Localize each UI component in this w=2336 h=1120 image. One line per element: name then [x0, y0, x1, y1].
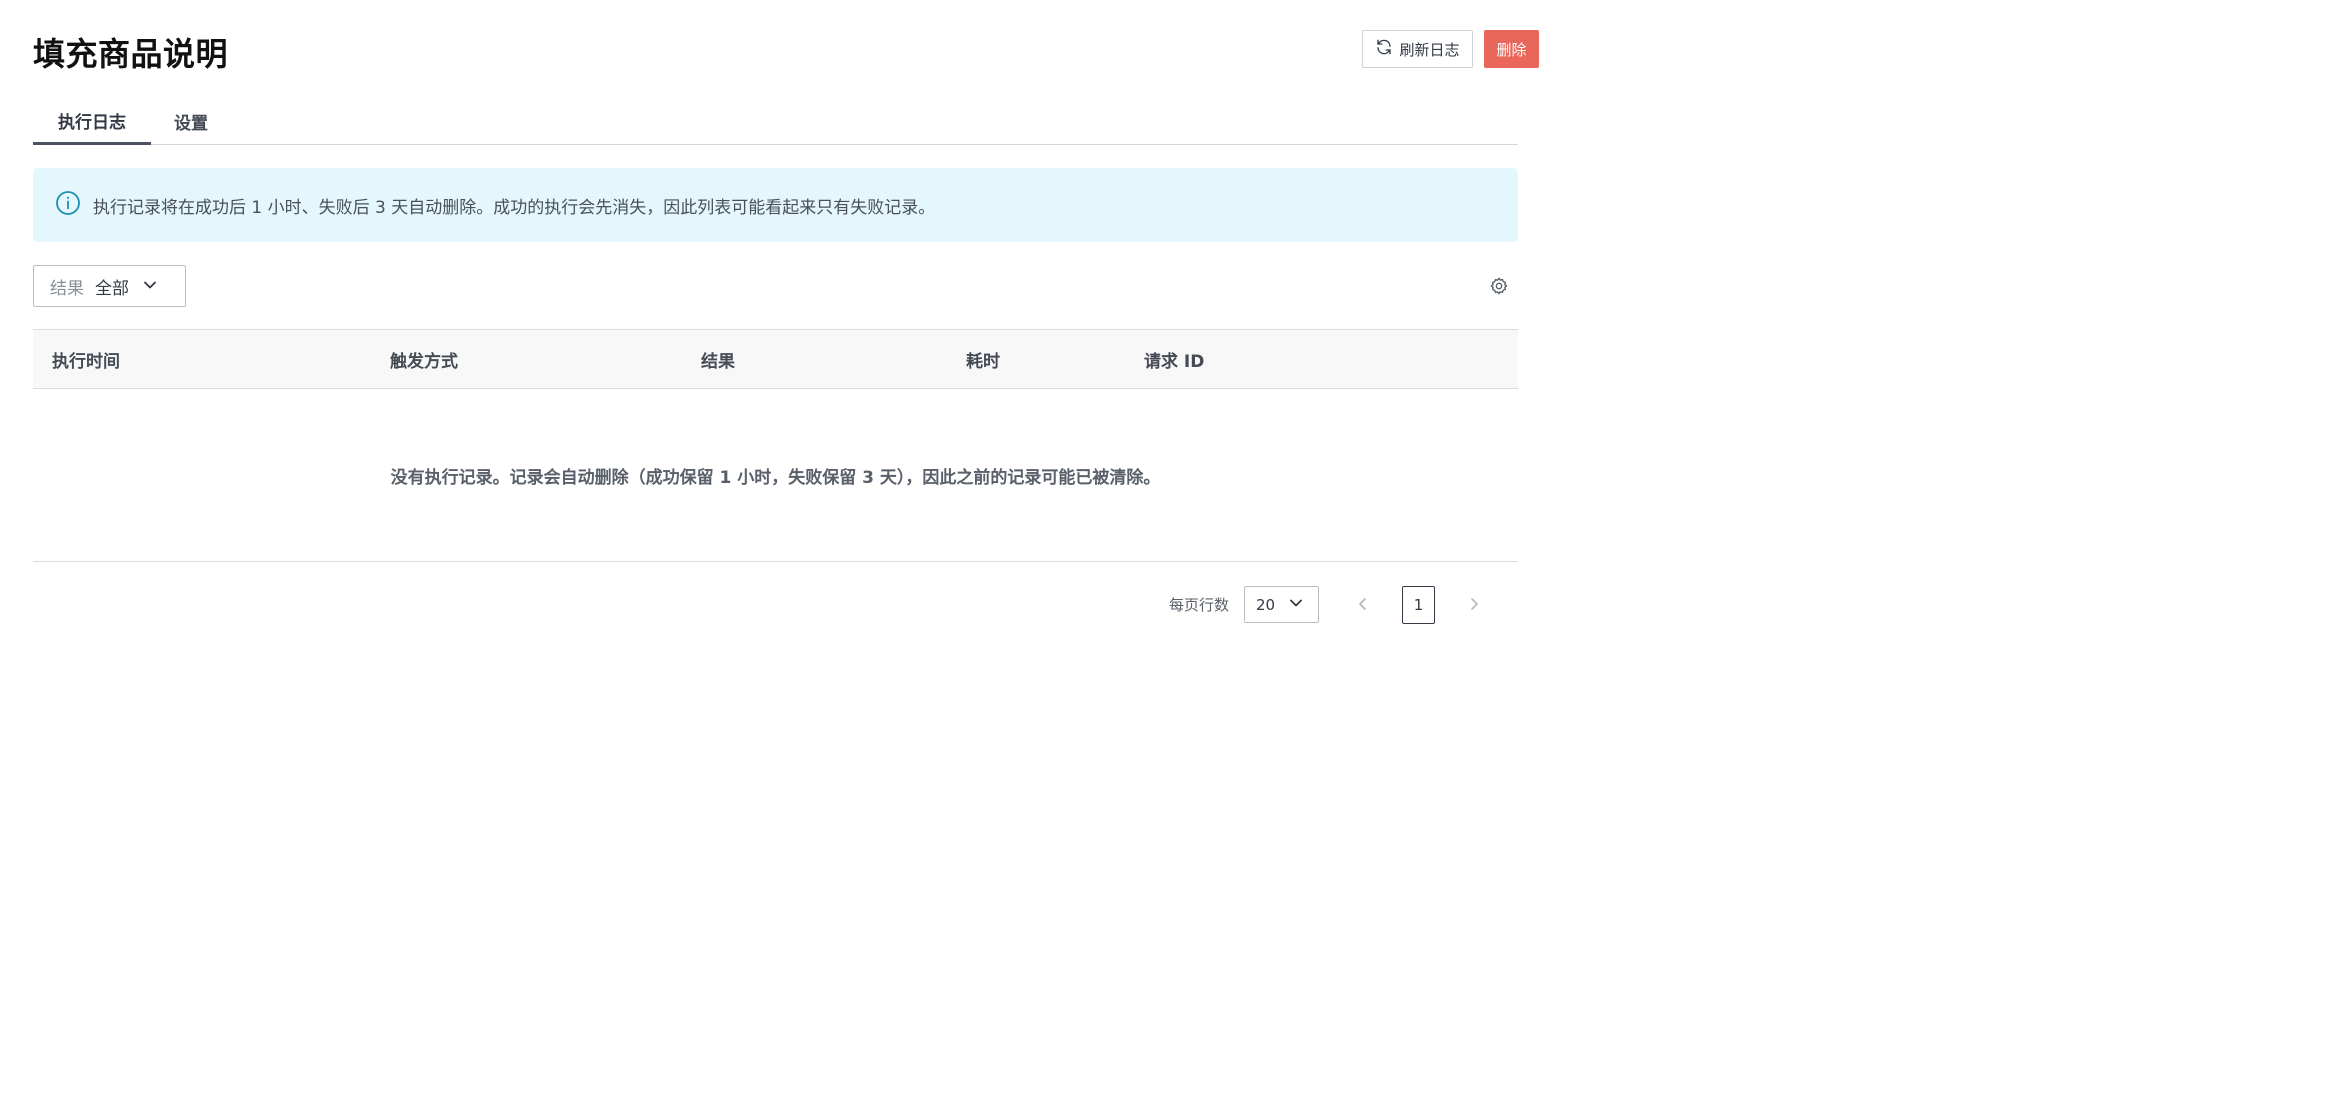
column-header-result[interactable]: 结果: [701, 330, 735, 388]
chevron-down-icon: [143, 277, 157, 296]
delete-button[interactable]: 删除: [1484, 30, 1539, 68]
table-header: 执行时间 触发方式 结果 耗时 请求 ID: [33, 329, 1518, 389]
next-page-chevron-right-icon[interactable]: [1463, 593, 1485, 615]
result-filter-label: 结果: [50, 278, 84, 299]
previous-page-chevron-left-icon[interactable]: [1352, 593, 1374, 615]
refresh-icon: [1375, 38, 1393, 60]
empty-state: 没有执行记录。记录会自动删除（成功保留 1 小时，失败保留 3 天），因此之前的…: [33, 389, 1518, 562]
page-title: 填充商品说明: [33, 35, 229, 73]
table-settings-gear-icon[interactable]: [1489, 276, 1509, 296]
refresh-logs-button[interactable]: 刷新日志: [1362, 30, 1473, 68]
chevron-down-icon: [1289, 595, 1303, 614]
result-filter-dropdown[interactable]: 结果 全部: [33, 265, 186, 307]
current-page-button[interactable]: 1: [1402, 586, 1435, 624]
rows-per-page-label: 每页行数: [1169, 596, 1230, 614]
refresh-logs-label: 刷新日志: [1399, 40, 1460, 59]
empty-state-text: 没有执行记录。记录会自动删除（成功保留 1 小时，失败保留 3 天），因此之前的…: [390, 467, 1161, 488]
column-header-trigger[interactable]: 触发方式: [390, 330, 458, 388]
rows-per-page-select[interactable]: 20: [1244, 586, 1319, 623]
tab-execution-logs[interactable]: 执行日志: [33, 98, 151, 145]
info-banner: 执行记录将在成功后 1 小时、失败后 3 天自动删除。成功的执行会先消失，因此列…: [33, 168, 1518, 242]
column-header-duration[interactable]: 耗时: [966, 330, 1000, 388]
column-header-execution-time[interactable]: 执行时间: [52, 330, 120, 388]
info-circle-icon: [55, 190, 81, 220]
page: 填充商品说明 刷新日志 删除 执行日志 设置 执行记录将在成功后 1 小时、失败…: [0, 0, 1568, 748]
result-filter-value: 全部: [95, 278, 129, 299]
tab-bar: 执行日志 设置: [33, 98, 1518, 145]
info-banner-text: 执行记录将在成功后 1 小时、失败后 3 天自动删除。成功的执行会先消失，因此列…: [93, 197, 936, 218]
rows-per-page-value: 20: [1256, 595, 1276, 614]
tab-settings[interactable]: 设置: [151, 98, 231, 144]
column-header-request-id[interactable]: 请求 ID: [1144, 330, 1204, 388]
